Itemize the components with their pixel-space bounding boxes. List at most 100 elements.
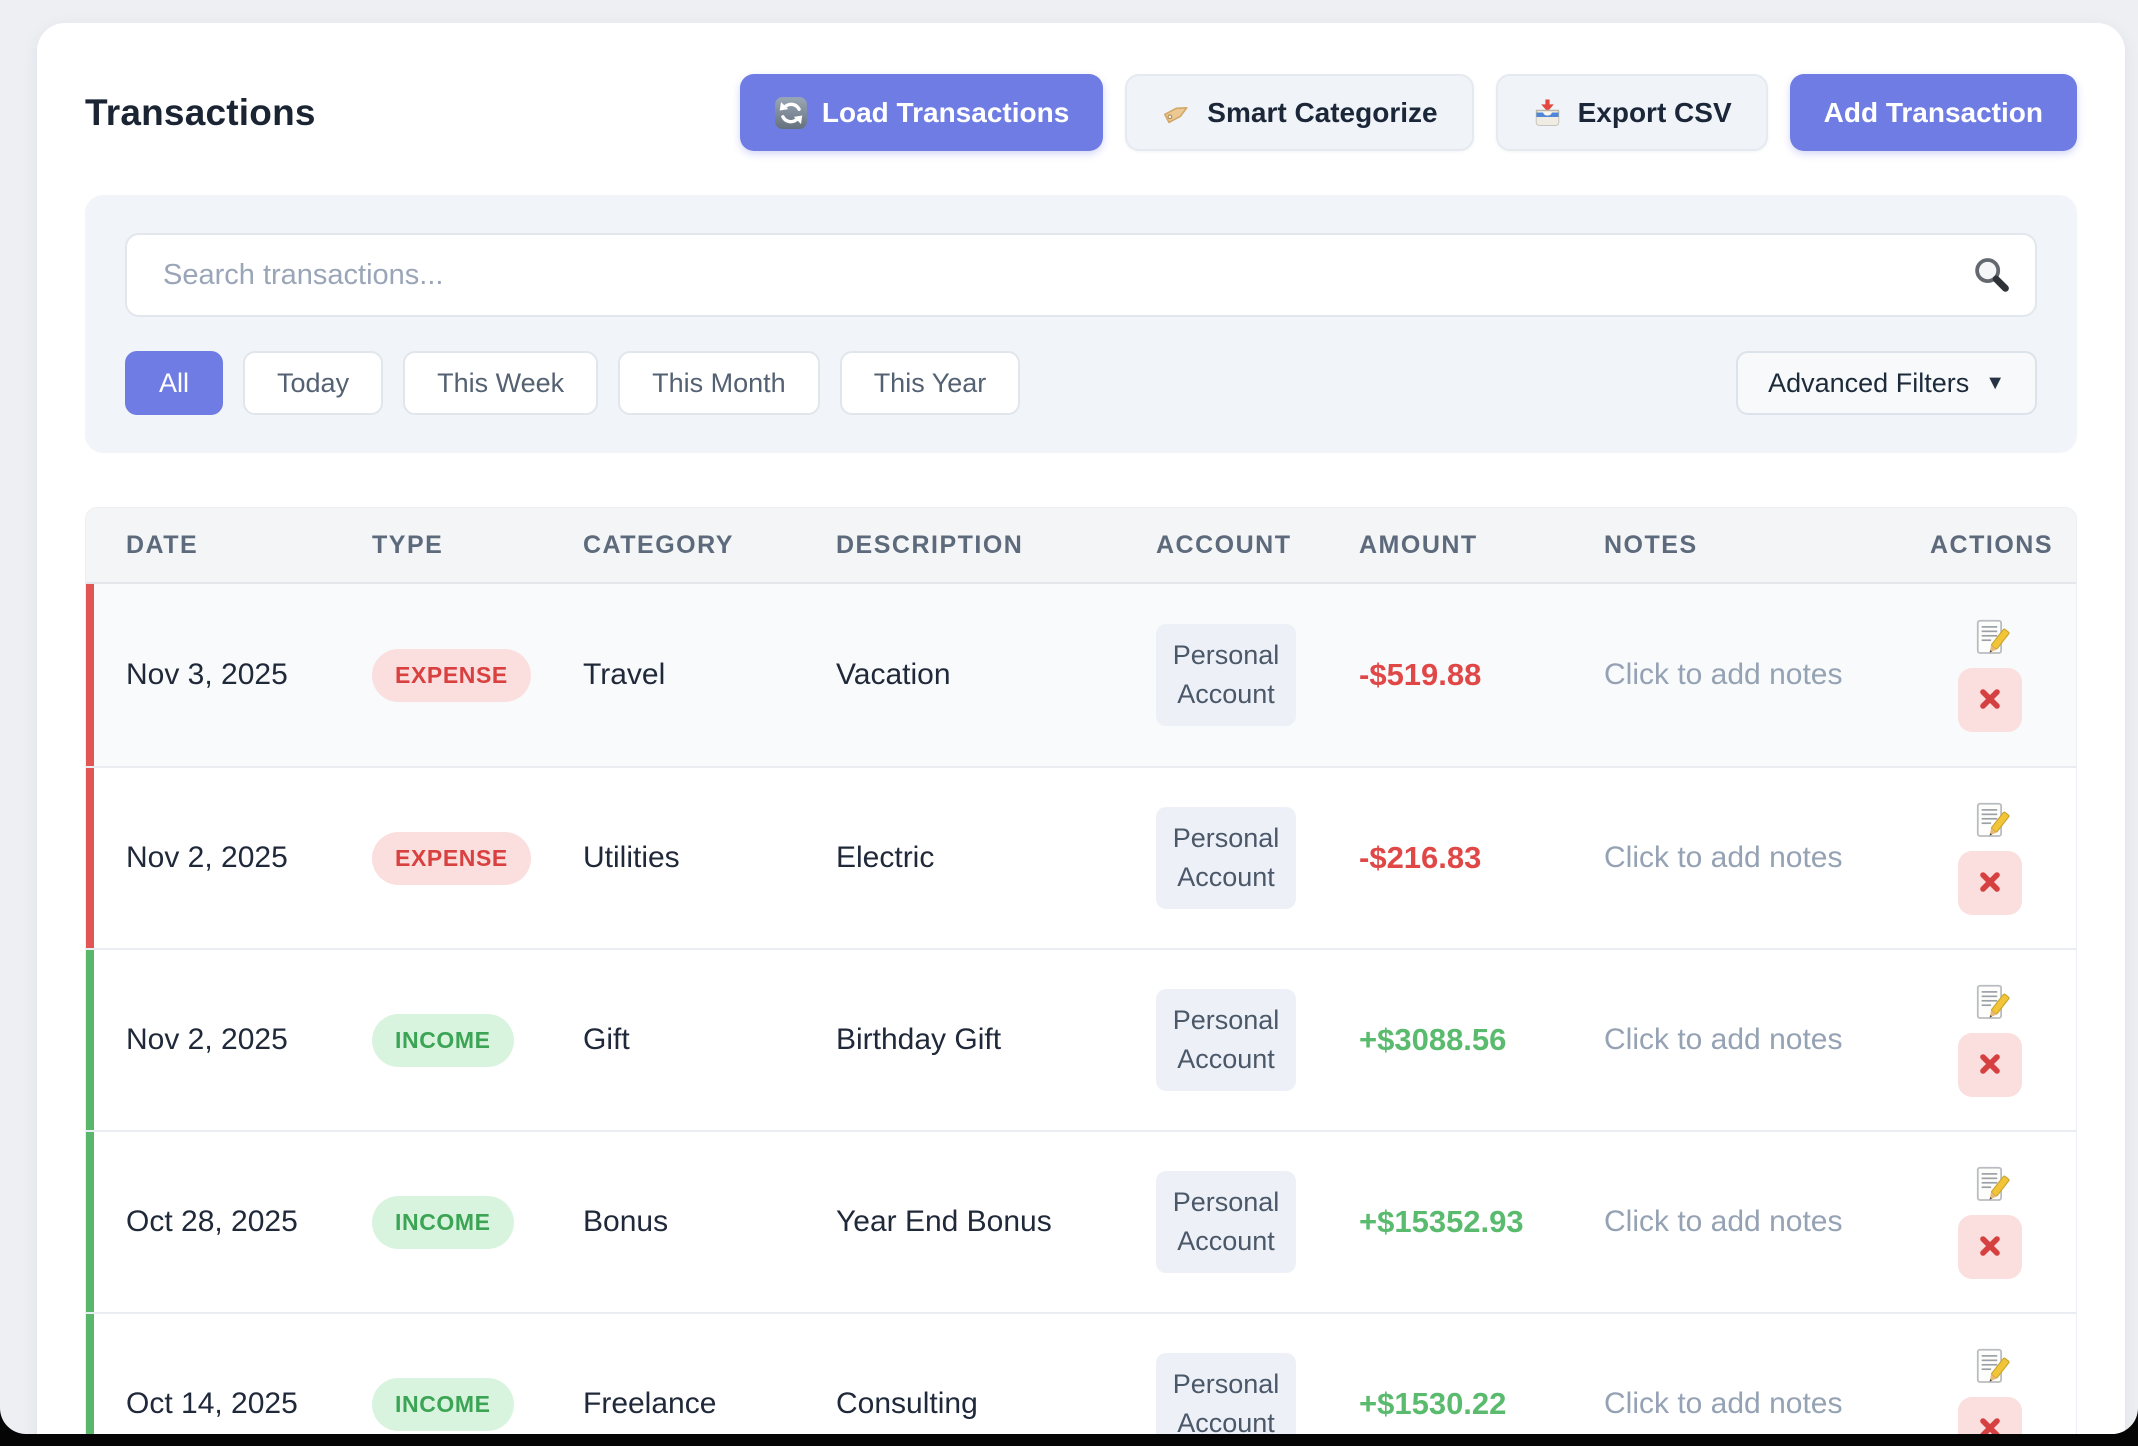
delete-row-button[interactable] <box>1958 1215 2022 1279</box>
cell-amount: -$216.83 <box>1319 840 1564 876</box>
cell-type: INCOME <box>332 1378 543 1431</box>
filter-panel: All Today This Week This Month This Year Adv… <box>85 195 2077 453</box>
cell-actions <box>1890 1165 2076 1279</box>
account-badge: Personal Account <box>1156 624 1296 726</box>
magnifier-icon[interactable] <box>1971 255 2011 300</box>
cell-notes: Click to add notes <box>1564 1023 1890 1057</box>
memo-pencil-icon <box>1970 646 2010 661</box>
col-header-type: TYPE <box>332 531 543 560</box>
red-x-icon <box>1976 1232 2004 1263</box>
memo-pencil-icon <box>1970 1011 2010 1026</box>
memo-pencil-icon <box>1970 1375 2010 1390</box>
tag-icon <box>1161 97 1193 129</box>
search-input[interactable] <box>125 233 2037 317</box>
export-csv-label: Export CSV <box>1578 97 1732 129</box>
filter-chip-this-week[interactable]: This Week <box>403 351 598 415</box>
cell-actions <box>1890 1347 2076 1434</box>
col-header-notes: NOTES <box>1564 531 1890 560</box>
cell-amount: +$3088.56 <box>1319 1022 1564 1058</box>
export-csv-button[interactable]: Export CSV <box>1496 74 1768 151</box>
date-filter-row: All Today This Week This Month This Year Adv… <box>125 351 2037 415</box>
add-notes-placeholder[interactable]: Click to add notes <box>1604 1387 1842 1420</box>
date-filter-chips: All Today This Week This Month This Year <box>125 351 1020 415</box>
cell-category: Freelance <box>543 1387 796 1421</box>
add-notes-placeholder[interactable]: Click to add notes <box>1604 1023 1842 1056</box>
edit-note-button[interactable] <box>1970 618 2010 658</box>
smart-categorize-button[interactable]: Smart Categorize <box>1125 74 1473 151</box>
toolbar: Load Transactions Smart Categorize <box>740 74 2077 151</box>
cell-type: EXPENSE <box>332 832 543 885</box>
amount-value: -$519.88 <box>1359 657 1481 692</box>
cell-type: INCOME <box>332 1014 543 1067</box>
cell-notes: Click to add notes <box>1564 1205 1890 1239</box>
cell-date: Nov 2, 2025 <box>86 1023 332 1057</box>
cell-notes: Click to add notes <box>1564 841 1890 875</box>
cell-actions <box>1890 618 2076 732</box>
delete-row-button[interactable] <box>1958 668 2022 732</box>
cell-date: Nov 3, 2025 <box>86 658 332 692</box>
filter-chip-today[interactable]: Today <box>243 351 383 415</box>
cell-category: Gift <box>543 1023 796 1057</box>
table-row[interactable]: Nov 2, 2025 INCOME Gift Birthday Gift Pe… <box>86 948 2076 1130</box>
type-badge: EXPENSE <box>372 649 531 702</box>
memo-pencil-icon <box>1970 1193 2010 1208</box>
row-actions <box>1930 1165 2050 1279</box>
col-header-amount: AMOUNT <box>1319 531 1564 560</box>
filter-chip-all[interactable]: All <box>125 351 223 415</box>
cell-account: Personal Account <box>1116 989 1319 1091</box>
filter-chip-this-month[interactable]: This Month <box>618 351 820 415</box>
account-badge: Personal Account <box>1156 1171 1296 1273</box>
app-viewport: Transactions Load Transactions <box>0 0 2138 1434</box>
col-header-description: DESCRIPTION <box>796 531 1116 560</box>
add-notes-placeholder[interactable]: Click to add notes <box>1604 658 1842 691</box>
table-row[interactable]: Oct 14, 2025 INCOME Freelance Consulting… <box>86 1312 2076 1434</box>
cell-date: Oct 14, 2025 <box>86 1387 332 1421</box>
add-transaction-label: Add Transaction <box>1824 97 2043 129</box>
add-notes-placeholder[interactable]: Click to add notes <box>1604 1205 1842 1238</box>
edit-note-button[interactable] <box>1970 1347 2010 1387</box>
table-row[interactable]: Nov 2, 2025 EXPENSE Utilities Electric P… <box>86 766 2076 948</box>
advanced-filters-button[interactable]: Advanced Filters ▼ <box>1736 351 2037 415</box>
red-x-icon <box>1976 868 2004 899</box>
cell-description: Birthday Gift <box>796 1023 1116 1057</box>
amount-value: +$1530.22 <box>1359 1386 1506 1421</box>
transactions-table: DATE TYPE CATEGORY DESCRIPTION ACCOUNT A… <box>85 507 2077 1434</box>
cell-category: Bonus <box>543 1205 796 1239</box>
edit-note-button[interactable] <box>1970 801 2010 841</box>
cell-description: Year End Bonus <box>796 1205 1116 1239</box>
delete-row-button[interactable] <box>1958 851 2022 915</box>
cell-account: Personal Account <box>1116 1353 1319 1434</box>
col-header-date: DATE <box>86 531 332 560</box>
table-row[interactable]: Oct 28, 2025 INCOME Bonus Year End Bonus… <box>86 1130 2076 1312</box>
table-row[interactable]: Nov 3, 2025 EXPENSE Travel Vacation Pers… <box>86 584 2076 766</box>
amount-value: -$216.83 <box>1359 840 1481 875</box>
chevron-down-icon: ▼ <box>1985 372 2005 395</box>
cell-actions <box>1890 983 2076 1097</box>
cell-account: Personal Account <box>1116 624 1319 726</box>
cell-amount: +$15352.93 <box>1319 1204 1564 1240</box>
delete-row-button[interactable] <box>1958 1033 2022 1097</box>
cell-amount: +$1530.22 <box>1319 1386 1564 1422</box>
cell-category: Utilities <box>543 841 796 875</box>
account-badge: Personal Account <box>1156 807 1296 909</box>
cell-description: Consulting <box>796 1387 1116 1421</box>
col-header-actions: ACTIONS <box>1890 531 2076 560</box>
cell-date: Nov 2, 2025 <box>86 841 332 875</box>
type-badge: INCOME <box>372 1378 514 1431</box>
red-x-icon <box>1976 1050 2004 1081</box>
smart-categorize-label: Smart Categorize <box>1207 97 1437 129</box>
delete-row-button[interactable] <box>1958 1397 2022 1434</box>
cell-amount: -$519.88 <box>1319 657 1564 693</box>
inbox-tray-icon <box>1532 97 1564 129</box>
memo-pencil-icon <box>1970 829 2010 844</box>
edit-note-button[interactable] <box>1970 1165 2010 1205</box>
filter-chip-this-year[interactable]: This Year <box>840 351 1021 415</box>
add-transaction-button[interactable]: Add Transaction <box>1790 74 2077 151</box>
load-transactions-button[interactable]: Load Transactions <box>740 74 1103 151</box>
add-notes-placeholder[interactable]: Click to add notes <box>1604 841 1842 874</box>
col-header-category: CATEGORY <box>543 531 796 560</box>
edit-note-button[interactable] <box>1970 983 2010 1023</box>
cell-notes: Click to add notes <box>1564 658 1890 692</box>
table-body: Nov 3, 2025 EXPENSE Travel Vacation Pers… <box>86 584 2076 1434</box>
type-badge: EXPENSE <box>372 832 531 885</box>
